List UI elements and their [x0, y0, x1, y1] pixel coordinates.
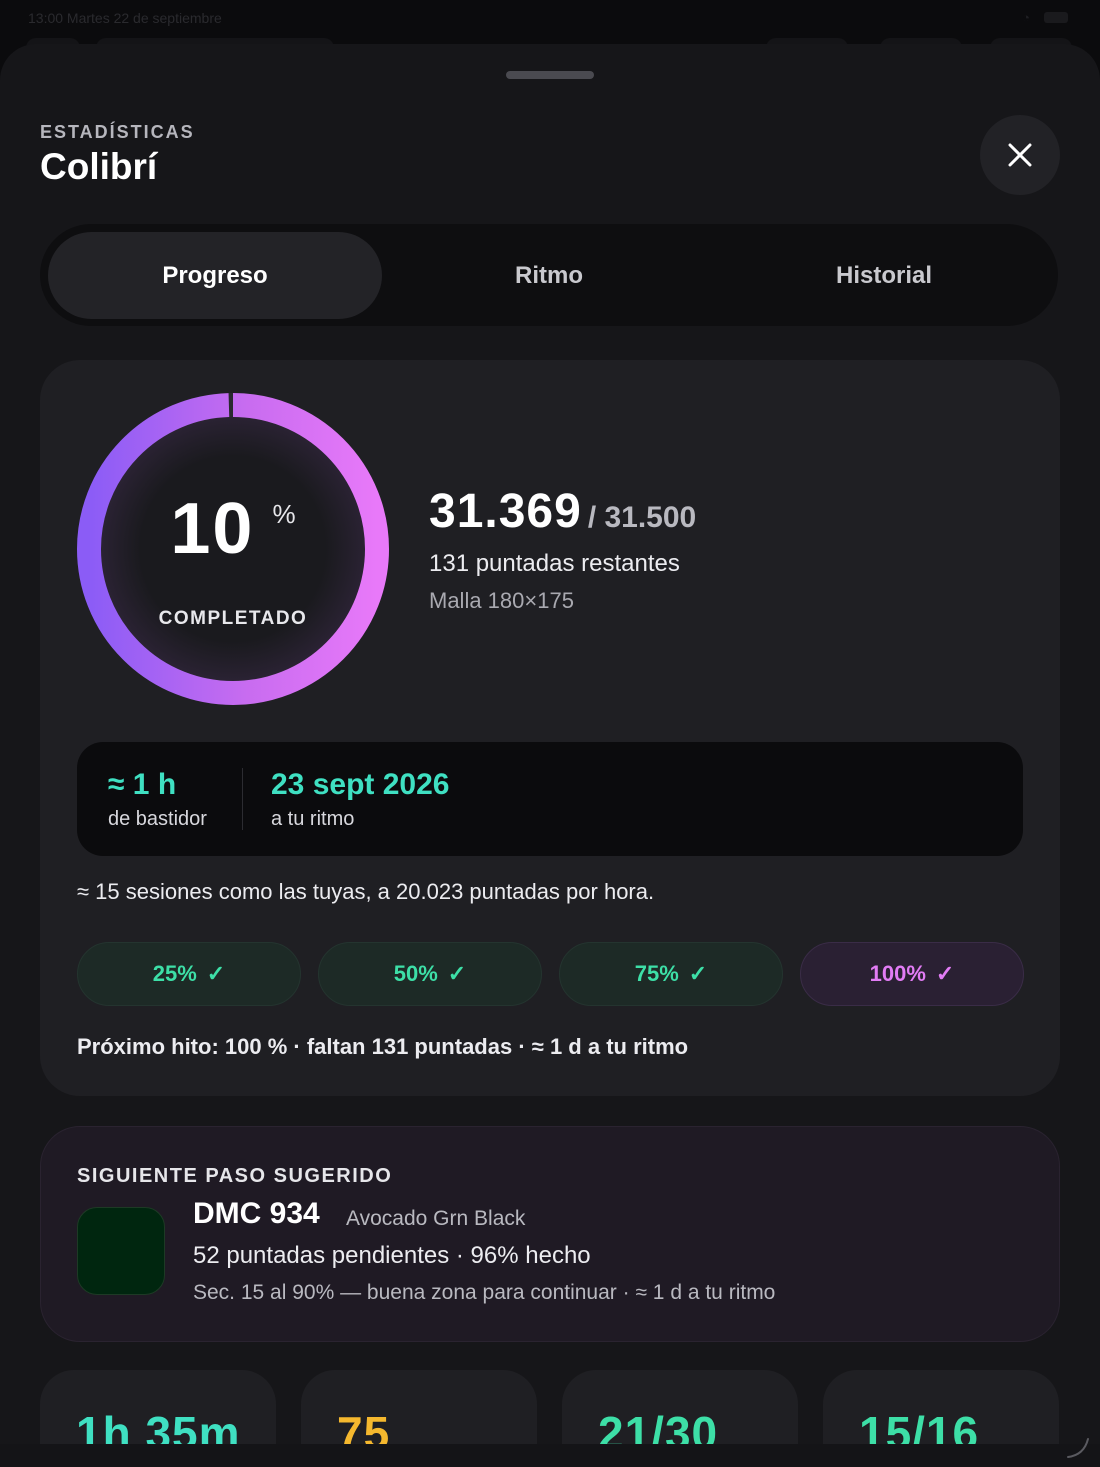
sessions-text: ≈ 15 sesiones como las tuyas, a 20.023 p…: [77, 879, 655, 904]
eta-date-label: a tu ritmo: [271, 808, 355, 830]
check-icon: ✓: [688, 961, 708, 986]
eta-hours-label: de bastidor: [108, 808, 207, 830]
battery-icon: [1044, 12, 1068, 23]
check-icon: ✓: [206, 961, 226, 986]
resize-handle-icon[interactable]: [1064, 1433, 1092, 1461]
progress-label: COMPLETADO: [158, 608, 308, 629]
check-icon: ✓: [447, 961, 467, 986]
eta-hours-value: ≈ 1 h: [108, 768, 177, 801]
grid-size: Malla 180×175: [429, 588, 574, 613]
milestone-50[interactable]: 50% ✓: [318, 942, 542, 1006]
thread-code: DMC 934: [193, 1197, 320, 1230]
milestone-75[interactable]: 75% ✓: [559, 942, 783, 1006]
milestone-label: 100%: [869, 961, 926, 986]
eta-date-value: 23 sept 2026: [271, 768, 450, 801]
thread-color-swatch: [77, 1207, 165, 1295]
wifi-icon: ◔: [1022, 10, 1030, 25]
milestone-label: 50%: [393, 961, 438, 986]
page-title: Colibrí: [40, 146, 158, 187]
progress-percent-value: 10: [170, 489, 255, 569]
bottom-fade: [0, 1444, 1100, 1467]
check-icon: ✓: [935, 961, 955, 986]
close-button[interactable]: [980, 115, 1060, 195]
progress-percent-symbol: %: [272, 499, 296, 529]
status-time: 13:00 Martes 22 de septiembre: [28, 10, 222, 26]
milestones: 25% ✓ 50% ✓ 75% ✓ 100% ✓: [77, 942, 1025, 1006]
stitch-counts: 31.369/ 31.500: [429, 484, 696, 539]
stitches-done: 31.369: [429, 485, 582, 538]
eta-hours: ≈ 1 h de bastidor: [108, 768, 207, 831]
milestone-label: 75%: [634, 961, 679, 986]
stitches-total: / 31.500: [587, 501, 697, 534]
thread-name: Avocado Grn Black: [346, 1207, 526, 1230]
suggested-step-card[interactable]: SIGUIENTE PASO SUGERIDO DMC 934 Avocado …: [40, 1126, 1060, 1342]
eta-box: ≈ 1 h de bastidor 23 sept 2026 a tu ritm…: [77, 742, 1023, 856]
tab-progreso[interactable]: Progreso: [48, 232, 382, 319]
milestone-100[interactable]: 100% ✓: [800, 942, 1024, 1006]
tab-ritmo[interactable]: Ritmo: [382, 232, 716, 319]
sheet-grabber[interactable]: [506, 71, 594, 79]
sheet-eyebrow: ESTADÍSTICAS: [40, 122, 195, 142]
next-milestone-text: Próximo hito: 100 % · faltan 131 puntada…: [77, 1034, 689, 1059]
suggested-eyebrow: SIGUIENTE PASO SUGERIDO: [77, 1165, 393, 1187]
status-bar: 13:00 Martes 22 de septiembre ◔: [0, 0, 1100, 36]
progress-percent: 10%: [76, 488, 390, 570]
eta-divider: [242, 768, 243, 830]
stitches-remaining: 131 puntadas restantes: [429, 550, 680, 577]
milestone-25[interactable]: 25% ✓: [77, 942, 301, 1006]
thread-hint: Sec. 15 al 90% — buena zona para continu…: [193, 1281, 776, 1304]
progress-ring: 10% COMPLETADO: [76, 392, 390, 706]
eta-date: 23 sept 2026 a tu ritmo: [271, 768, 449, 831]
tab-historial[interactable]: Historial: [717, 232, 1051, 319]
tab-bar: Progreso Ritmo Historial: [40, 224, 1058, 326]
close-icon: [1008, 143, 1032, 167]
thread-stats: 52 puntadas pendientes · 96% hecho: [193, 1242, 591, 1269]
milestone-label: 25%: [152, 961, 197, 986]
statistics-sheet: ESTADÍSTICAS Colibrí Progreso Ritmo Hist…: [0, 44, 1100, 1467]
progress-card: 10% COMPLETADO 31.369/ 31.500 131 puntad…: [40, 360, 1060, 1096]
